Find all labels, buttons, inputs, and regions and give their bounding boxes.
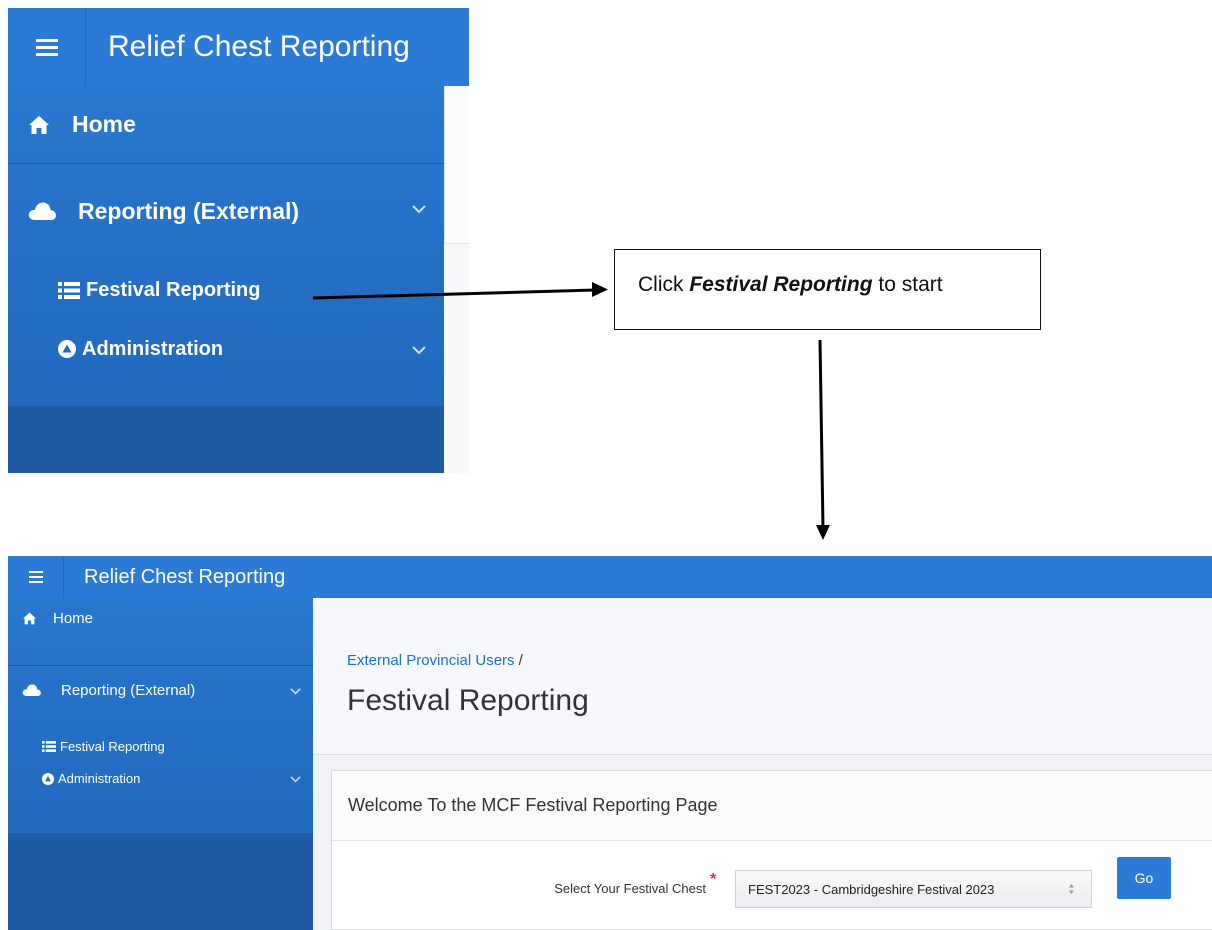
arrow-head-right [592,282,608,297]
sidebar-item-home[interactable]: Home [8,598,313,666]
main-content: External Provincial Users / Festival Repo… [313,598,1212,930]
app-title: Relief Chest Reporting [84,565,286,588]
sidebar-item-label: Administration [58,771,141,786]
menu-toggle-button[interactable] [8,556,64,598]
sidebar-item-reporting[interactable]: Reporting (External) [8,666,313,728]
select-value: FEST2023 - Cambridgeshire Festival 2023 [748,881,995,897]
arrow-head-down [816,525,830,540]
festival-chest-select[interactable]: FEST2023 - Cambridgeshire Festival 2023 [735,870,1092,908]
home-icon [23,612,36,625]
hamburger-icon [28,571,43,573]
page-title: Festival Reporting [347,684,589,717]
breadcrumb: External Provincial Users / [347,652,523,669]
sidebar: Home Reporting (External) Festival Repor… [8,598,313,930]
sidebar-item-label: Festival Reporting [60,738,165,754]
sidebar-item-administration[interactable]: Administration [8,764,313,812]
arrow-to-screen [818,339,825,529]
festival-chest-label: Select Your Festival Chest [554,881,706,896]
app-window: Relief Chest Reporting Home Reporting (E… [8,556,1212,930]
top-bar: Relief Chest Reporting [8,556,1212,598]
list-icon [42,740,56,752]
sidebar-item-label: Home [53,610,94,627]
breadcrumb-separator: / [518,652,523,669]
arrow-to-callout [312,288,596,300]
select-arrows-icon [1069,884,1074,894]
sidebar-item-festival-reporting[interactable]: Festival Reporting [8,728,313,764]
page-header: External Provincial Users / Festival Repo… [313,598,1212,755]
breadcrumb-link[interactable]: External Provincial Users [347,652,515,669]
sidebar-nav: Home Reporting (External) Festival Repor… [8,598,313,833]
cloud-icon [22,684,41,696]
required-marker: * [710,871,717,888]
go-button[interactable]: Go [1117,857,1171,899]
region-title: Welcome To the MCF Festival Reporting Pa… [332,771,1212,841]
chevron-down-icon[interactable] [290,776,301,783]
circle-triangle-icon [42,773,54,785]
chevron-down-icon[interactable] [290,688,301,695]
welcome-region: Welcome To the MCF Festival Reporting Pa… [331,770,1212,930]
festival-select-row: Select Your Festival Chest * FEST2023 - … [332,841,1212,929]
sidebar-item-label: Reporting (External) [61,682,196,699]
